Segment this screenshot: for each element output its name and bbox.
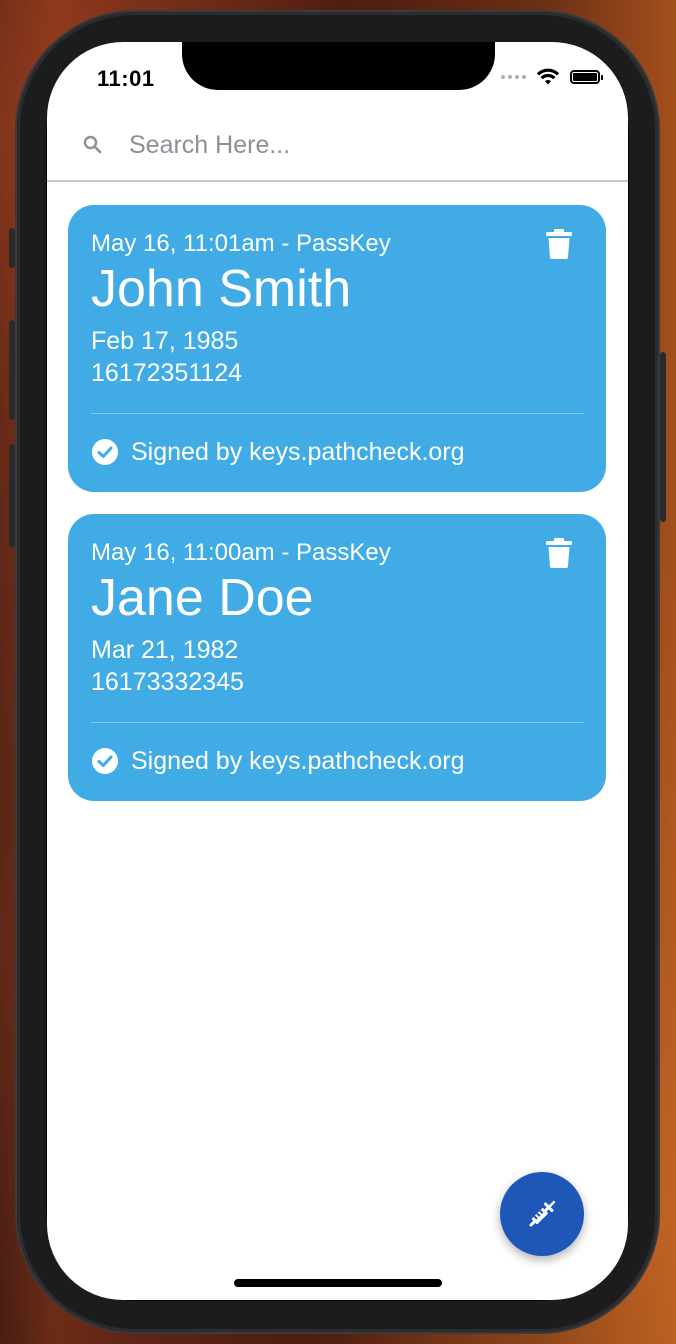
card-signature: Signed by keys.pathcheck.org [91,723,584,799]
card-name: John Smith [91,260,352,318]
pass-card[interactable]: May 16, 11:01am - PassKey John Smith Feb… [68,205,606,492]
syringe-icon [529,1200,556,1227]
mute-switch [9,228,15,268]
check-circle-icon [92,748,118,774]
card-phone: 16172351124 [91,359,243,387]
power-button [660,352,666,522]
card-date-source: May 16, 11:01am - PassKey [91,230,391,257]
home-indicator[interactable] [234,1279,442,1287]
volume-up-button [9,320,15,420]
volume-down-button [9,444,15,548]
search-icon[interactable] [81,133,105,157]
status-time: 11:01 [97,66,155,91]
app-screen: 11:01 May 16, 11:01am - PassKey John Smi… [47,42,628,1300]
card-name: Jane Doe [91,569,314,627]
status-indicators [501,68,603,86]
cellular-signal-icon [501,75,526,79]
check-circle-icon [92,439,118,465]
card-phone: 16173332345 [91,668,244,696]
card-date-source: May 16, 11:00am - PassKey [91,539,391,566]
card-dob: Feb 17, 1985 [91,327,239,355]
card-dob: Mar 21, 1982 [91,636,239,664]
battery-icon [570,70,603,84]
search-input[interactable] [127,129,551,161]
trash-icon[interactable] [546,229,572,259]
add-vaccine-button[interactable] [500,1172,584,1256]
notch [182,42,495,90]
trash-icon[interactable] [546,538,572,568]
card-signed-by: Signed by keys.pathcheck.org [131,746,465,775]
wifi-icon [536,68,560,85]
card-signature: Signed by keys.pathcheck.org [91,414,584,490]
search-bar[interactable] [47,110,628,182]
card-signed-by: Signed by keys.pathcheck.org [131,437,465,466]
pass-card[interactable]: May 16, 11:00am - PassKey Jane Doe Mar 2… [68,514,606,801]
